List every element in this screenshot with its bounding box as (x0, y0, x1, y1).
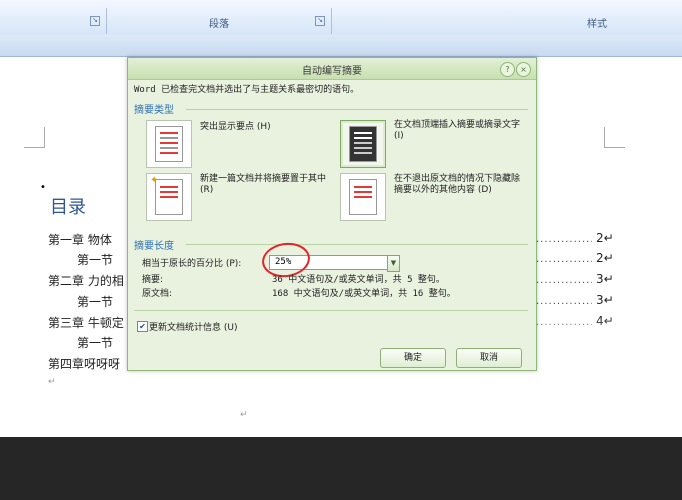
toc-entry[interactable]: 第一节 (77, 251, 113, 268)
section-divider (186, 244, 528, 245)
toc-page-number: 3↵ (596, 293, 614, 307)
option-new-document-label[interactable]: 新建一篇文档并将摘要置于其中 (R) (200, 174, 330, 196)
section-summary-type: 摘要类型 (134, 105, 174, 116)
dialog-message: Word 已检查完文档并选出了与主题关系最密切的语句。 (134, 85, 360, 95)
page-corner-mark (24, 127, 45, 148)
toc-page-number: 3↵ (596, 272, 614, 286)
update-stats-checkbox[interactable]: ✔ (137, 321, 148, 332)
toc-page-number: 4↵ (596, 314, 614, 328)
toc-leader-dots: .............................. (536, 254, 592, 265)
section-divider (186, 109, 528, 110)
option-insert-top-button[interactable] (340, 120, 386, 168)
toc-entry[interactable]: 第一节 (77, 293, 113, 310)
dialog-launcher-icon[interactable]: ↘ (315, 16, 325, 26)
ribbon-group-label: 样式 (587, 19, 607, 30)
document-highlight-icon (155, 126, 183, 162)
paragraph-mark: ↵ (48, 377, 56, 387)
toc-page-number: 2↵ (596, 251, 614, 265)
ribbon-group-font: ↘ (0, 8, 107, 34)
ribbon-group-paragraph: 段落 ↘ (107, 8, 332, 34)
cancel-button[interactable]: 取消 (456, 348, 522, 368)
document-insert-top-icon (349, 126, 377, 162)
ribbon: ↘ 段落 ↘ 样式 (0, 0, 682, 57)
toc-entry[interactable]: 第二章 力的相 (48, 272, 124, 289)
section-summary-length: 摘要长度 (134, 241, 174, 252)
ok-button[interactable]: 确定 (380, 348, 446, 368)
help-icon[interactable]: ? (500, 62, 515, 77)
toc-entry[interactable]: 第四章呀呀呀 (48, 355, 120, 372)
document-new-icon (155, 179, 183, 215)
bullet-dot-icon: • (40, 182, 46, 193)
toc-entry[interactable]: 第三章 牛顿定 (48, 314, 124, 331)
summary-stat-value: 36 中文语句及/或英文单词，共 5 整句。 (272, 275, 445, 285)
option-hide-others-label[interactable]: 在不退出原文档的情况下隐藏除摘要以外的其他内容 (D) (394, 174, 528, 196)
paragraph-mark: ↵ (240, 410, 248, 420)
toc-leader-dots: .............................. (536, 275, 592, 286)
option-hide-others-button[interactable] (340, 173, 386, 221)
ribbon-group-label: 段落 (209, 19, 229, 30)
ribbon-bottom-strip (0, 35, 682, 56)
auto-summarize-dialog: 自动编写摘要 ? × Word 已检查完文档并选出了与主题关系最密切的语句。 摘… (127, 57, 537, 371)
dialog-title: 自动编写摘要 (302, 66, 362, 77)
summary-stat-label: 摘要: (142, 275, 164, 285)
chevron-down-icon[interactable]: ▼ (387, 255, 400, 272)
percent-label: 相当于原长的百分比 (P): (142, 259, 242, 269)
page-corner-mark (604, 127, 625, 148)
toc-entry[interactable]: 第一节 (77, 334, 113, 351)
option-highlight-button[interactable] (146, 120, 192, 168)
option-insert-top-label[interactable]: 在文档顶端插入摘要或摘录文字 (I) (394, 120, 528, 142)
toc-title: 目录 (50, 197, 86, 218)
toc-entry[interactable]: 第一章 物体 (48, 231, 112, 248)
option-highlight-label[interactable]: 突出显示要点 (H) (200, 122, 310, 133)
close-icon[interactable]: × (516, 62, 531, 77)
screen-bottom-bezel (0, 437, 682, 500)
toc-page-number: 2↵ (596, 231, 614, 245)
original-stat-value: 168 中文语句及/或英文单词，共 16 整句。 (272, 289, 456, 299)
document-hide-icon (349, 179, 377, 215)
dialog-titlebar[interactable]: 自动编写摘要 ? × (128, 58, 536, 80)
original-stat-label: 原文档: (142, 289, 173, 299)
dialog-launcher-icon[interactable]: ↘ (90, 16, 100, 26)
toc-leader-dots: .............................. (536, 296, 592, 307)
update-stats-label[interactable]: 更新文档统计信息 (U) (149, 320, 237, 333)
section-divider (134, 310, 528, 311)
option-new-document-button[interactable]: ✦ (146, 173, 192, 221)
toc-leader-dots: .............................. (536, 234, 592, 245)
ribbon-group-styles: 样式 (332, 8, 682, 34)
